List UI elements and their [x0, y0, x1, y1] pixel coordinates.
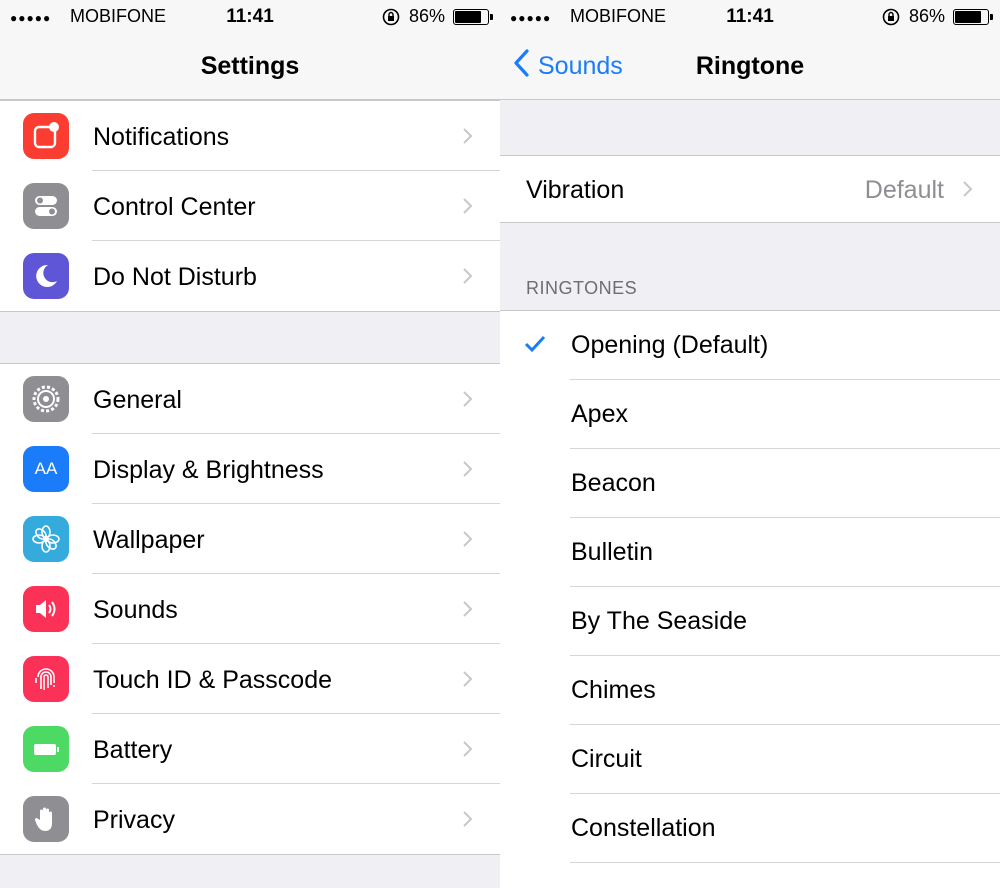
chevron-right-icon: [462, 390, 474, 413]
settings-item-notifications[interactable]: Notifications: [0, 101, 500, 171]
settings-item-do-not-disturb[interactable]: Do Not Disturb: [0, 241, 500, 311]
ringtone-label: Chimes: [571, 676, 656, 704]
settings-item-label: Do Not Disturb: [93, 263, 257, 291]
chevron-right-icon: [462, 197, 474, 220]
ringtone-item[interactable]: Chimes: [500, 656, 1000, 725]
ringtone-item[interactable]: By The Seaside: [500, 587, 1000, 656]
rotation-lock-icon: [381, 7, 401, 32]
ringtone-label: Constellation: [571, 814, 716, 842]
display-icon: AA: [23, 446, 69, 492]
ringtone-label: By The Seaside: [571, 607, 748, 635]
hand-icon: [23, 796, 69, 842]
settings-item-label: Control Center: [93, 193, 256, 221]
chevron-right-icon: [462, 530, 474, 553]
ringtone-item[interactable]: Constellation: [500, 794, 1000, 863]
vibration-value: Default: [864, 176, 944, 204]
ringtone-item[interactable]: Apex: [500, 380, 1000, 449]
vibration-row[interactable]: Vibration Default: [500, 155, 1000, 223]
ringtones-section-header: RINGTONES: [526, 278, 638, 298]
ringtone-label: Bulletin: [571, 538, 653, 566]
status-bar: ●●●●● MOBIFONE 11:41 86%: [500, 0, 1000, 34]
settings-item-label: Display & Brightness: [93, 456, 324, 484]
gear-icon: [23, 376, 69, 422]
chevron-right-icon: [462, 267, 474, 290]
settings-screen: ●●●●● MOBIFONE 11:41 86% Settings Notifi…: [0, 0, 500, 888]
settings-item-general[interactable]: General: [0, 364, 500, 434]
battery-icon: [23, 726, 69, 772]
settings-item-label: Wallpaper: [93, 526, 205, 554]
settings-group-1: Notifications Control Center Do Not Dist…: [0, 100, 500, 312]
settings-item-label: General: [93, 386, 182, 414]
display-icon-text: AA: [34, 459, 58, 478]
chevron-right-icon: [462, 740, 474, 763]
chevron-right-icon: [462, 127, 474, 150]
settings-item-touch-id[interactable]: Touch ID & Passcode: [0, 644, 500, 714]
settings-item-label: Touch ID & Passcode: [93, 666, 333, 694]
battery-indicator-icon: [953, 9, 993, 25]
settings-item-wallpaper[interactable]: Wallpaper: [0, 504, 500, 574]
chevron-right-icon: [462, 670, 474, 693]
checkmark-icon: [524, 335, 546, 358]
ringtone-label: Circuit: [571, 745, 642, 773]
vibration-label: Vibration: [526, 176, 625, 204]
rotation-lock-icon: [881, 7, 901, 32]
settings-item-label: Privacy: [93, 806, 175, 834]
ringtone-label: Beacon: [571, 469, 656, 497]
flower-icon: [23, 516, 69, 562]
ringtone-item[interactable]: Circuit: [500, 725, 1000, 794]
chevron-right-icon: [462, 600, 474, 623]
chevron-right-icon: [962, 180, 974, 203]
settings-nav-bar: ●●●●● MOBIFONE 11:41 86% Settings: [0, 0, 500, 100]
status-bar: ●●●●● MOBIFONE 11:41 86%: [0, 0, 500, 34]
battery-indicator-icon: [453, 9, 493, 25]
notifications-icon: [23, 113, 69, 159]
ringtone-item[interactable]: Opening (Default): [500, 311, 1000, 380]
ringtone-nav-bar: ●●●●● MOBIFONE 11:41 86% Sounds Ringtone: [500, 0, 1000, 100]
ringtone-screen: ●●●●● MOBIFONE 11:41 86% Sounds Ringtone…: [500, 0, 1000, 888]
speaker-icon: [23, 586, 69, 632]
settings-item-battery[interactable]: Battery: [0, 714, 500, 784]
battery-percent: 86%: [909, 6, 946, 26]
ringtone-item[interactable]: Beacon: [500, 449, 1000, 518]
page-title: Settings: [200, 52, 300, 80]
ringtone-item[interactable]: Bulletin: [500, 518, 1000, 587]
ringtone-label: Apex: [571, 400, 628, 428]
chevron-right-icon: [462, 460, 474, 483]
chevron-right-icon: [462, 810, 474, 833]
control-center-icon: [23, 183, 69, 229]
settings-item-label: Notifications: [93, 123, 230, 151]
fingerprint-icon: [23, 656, 69, 702]
settings-item-control-center[interactable]: Control Center: [0, 171, 500, 241]
settings-item-label: Battery: [93, 736, 173, 764]
battery-percent: 86%: [409, 6, 446, 26]
settings-item-privacy[interactable]: Privacy: [0, 784, 500, 854]
settings-group-2: General AA Display & Brightness Wallpape…: [0, 363, 500, 855]
ringtone-label: Opening (Default): [571, 331, 769, 359]
page-title: Ringtone: [695, 52, 805, 80]
moon-icon: [23, 253, 69, 299]
settings-item-sounds[interactable]: Sounds: [0, 574, 500, 644]
ringtone-list: Opening (Default) Apex Beacon Bulletin B…: [500, 310, 1000, 888]
settings-item-label: Sounds: [93, 596, 178, 624]
settings-item-display-brightness[interactable]: AA Display & Brightness: [0, 434, 500, 504]
